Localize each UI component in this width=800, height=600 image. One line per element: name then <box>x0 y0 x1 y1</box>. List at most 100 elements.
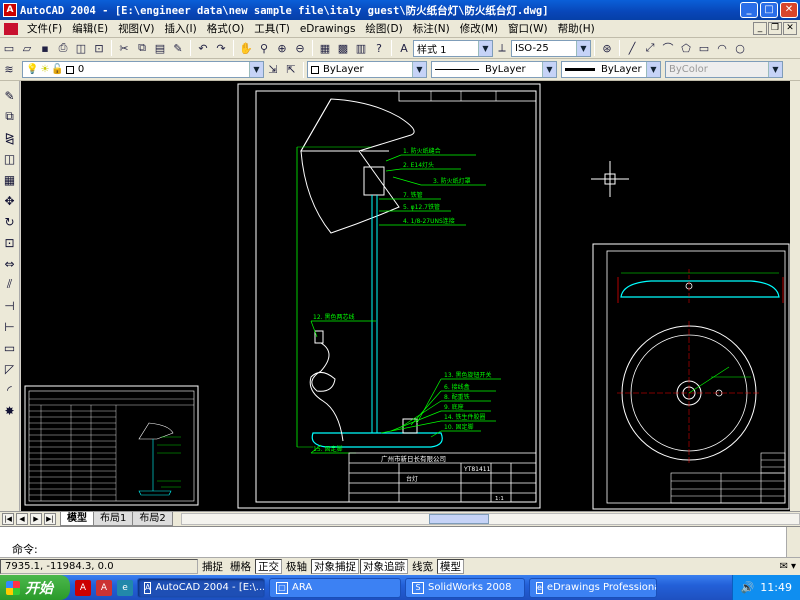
tab-model[interactable]: 模型 <box>60 512 94 526</box>
explode-icon[interactable]: ✸ <box>2 402 18 419</box>
break-icon[interactable]: ⊢ <box>2 318 18 335</box>
chevron-down-icon[interactable]: ▼ <box>478 40 492 56</box>
menu-dimension[interactable]: 标注(N) <box>408 21 455 36</box>
dim-style-select[interactable]: ISO-25 ▼ <box>511 39 591 57</box>
close-button[interactable]: ✕ <box>780 2 798 18</box>
scrollbar-thumb[interactable] <box>428 514 489 524</box>
menu-draw[interactable]: 绘图(D) <box>360 21 407 36</box>
extend-icon[interactable]: ⊣ <box>2 297 18 314</box>
zoom-realtime-icon[interactable]: ⚲ <box>256 40 272 56</box>
polar-toggle[interactable]: 极轴 <box>283 559 310 574</box>
dim-style-icon[interactable]: ⟂ <box>494 40 510 56</box>
first-tab-icon[interactable]: |◀ <box>2 513 14 525</box>
menu-tools[interactable]: 工具(T) <box>249 21 295 36</box>
task-edrawings[interactable]: e eDrawings Professional <box>529 577 657 598</box>
properties-icon[interactable]: ▦ <box>317 40 333 56</box>
right-scroll-edge[interactable] <box>790 81 800 513</box>
tab-layout2[interactable]: 布局2 <box>132 512 173 526</box>
erase-icon[interactable]: ✎ <box>2 87 18 104</box>
lineweight-toggle[interactable]: 线宽 <box>409 559 436 574</box>
quicklaunch-edrawings-icon[interactable]: e <box>117 579 133 596</box>
command-scrollbar[interactable] <box>786 527 800 558</box>
quicklaunch-acrobat-icon[interactable]: A <box>96 579 112 596</box>
circle-icon[interactable]: ○ <box>732 40 748 56</box>
construction-line-icon[interactable]: ⤢ <box>642 40 658 56</box>
document-icon[interactable] <box>4 22 18 35</box>
stretch-icon[interactable]: ⇔ <box>2 255 18 272</box>
polygon-icon[interactable]: ⬠ <box>678 40 694 56</box>
model-toggle[interactable]: 模型 <box>437 559 464 574</box>
save-icon[interactable]: ▪ <box>37 40 53 56</box>
print-icon[interactable]: ⎙ <box>55 40 71 56</box>
pan-icon[interactable]: ✋ <box>238 40 254 56</box>
fillet-icon[interactable]: ◜ <box>2 381 18 398</box>
zoom-window-icon[interactable]: ⊕ <box>274 40 290 56</box>
ortho-toggle[interactable]: 正交 <box>255 559 282 574</box>
prev-tab-icon[interactable]: ◀ <box>16 513 28 525</box>
chevron-down-icon[interactable]: ▼ <box>646 62 660 77</box>
line-icon[interactable]: ╱ <box>624 40 640 56</box>
last-tab-icon[interactable]: ▶| <box>44 513 56 525</box>
color-select[interactable]: ByLayer ▼ <box>307 61 427 78</box>
menu-modify[interactable]: 修改(M) <box>455 21 503 36</box>
paste-icon[interactable]: ▤ <box>152 40 168 56</box>
zoom-previous-icon[interactable]: ⊖ <box>292 40 308 56</box>
menu-edrawings[interactable]: eDrawings <box>295 23 361 35</box>
trim-icon[interactable]: ⫽ <box>2 276 18 293</box>
status-menu-icon[interactable]: ▾ <box>791 561 796 572</box>
tool-palette-icon[interactable]: ▥ <box>353 40 369 56</box>
task-ara[interactable]: ▢ ARA <box>269 577 401 598</box>
menu-edit[interactable]: 编辑(E) <box>67 21 113 36</box>
drawing-canvas[interactable]: 1. 防火纸缝合 2. E14灯头 3. 防火纸灯罩 7. 铁管 5. φ12.… <box>21 81 790 511</box>
chevron-down-icon[interactable]: ▼ <box>412 62 426 77</box>
offset-icon[interactable]: ◫ <box>2 150 18 167</box>
chamfer-icon[interactable]: ◸ <box>2 360 18 377</box>
copy-object-icon[interactable]: ⧉ <box>2 108 18 125</box>
layer-manager-icon[interactable]: ≋ <box>1 62 17 78</box>
chevron-down-icon[interactable]: ▼ <box>576 40 590 56</box>
undo-icon[interactable]: ↶ <box>195 40 211 56</box>
start-button[interactable]: 开始 <box>0 575 70 600</box>
new-file-icon[interactable]: ▭ <box>1 40 17 56</box>
copy-icon[interactable]: ⧉ <box>134 40 150 56</box>
doc-minimize-button[interactable]: _ <box>753 22 767 35</box>
volume-icon[interactable]: 🔊 <box>741 581 755 594</box>
menu-window[interactable]: 窗口(W) <box>503 21 553 36</box>
break-at-point-icon[interactable]: ▭ <box>2 339 18 356</box>
layer-previous-icon[interactable]: ⇱ <box>283 62 299 78</box>
maximize-button[interactable]: □ <box>760 2 778 18</box>
linetype-select[interactable]: ByLayer ▼ <box>431 61 557 78</box>
otrack-toggle[interactable]: 对象追踪 <box>360 559 408 574</box>
design-center-icon[interactable]: ▩ <box>335 40 351 56</box>
chevron-down-icon[interactable]: ▼ <box>249 62 263 77</box>
menu-file[interactable]: 文件(F) <box>22 21 67 36</box>
array-icon[interactable]: ▦ <box>2 171 18 188</box>
command-line-area[interactable]: 命令: <box>0 526 800 558</box>
make-object-layer-current-icon[interactable]: ⇲ <box>265 62 281 78</box>
task-solidworks[interactable]: S SolidWorks 2008 <box>405 577 525 598</box>
doc-close-button[interactable]: ✕ <box>783 22 797 35</box>
text-style-select[interactable]: 样式 1 ▼ <box>413 39 493 57</box>
polyline-icon[interactable]: ⌒ <box>660 40 676 56</box>
arc-icon[interactable]: ◠ <box>714 40 730 56</box>
horizontal-scrollbar[interactable] <box>180 513 800 525</box>
grid-toggle[interactable]: 栅格 <box>227 559 254 574</box>
menu-view[interactable]: 视图(V) <box>113 21 159 36</box>
mirror-icon[interactable]: ⧎ <box>2 129 18 146</box>
scale-icon[interactable]: ⊡ <box>2 234 18 251</box>
edrawings-publish-icon[interactable]: ⊛ <box>599 40 615 56</box>
text-style-icon[interactable]: A <box>396 40 412 56</box>
cut-icon[interactable]: ✂ <box>116 40 132 56</box>
rotate-icon[interactable]: ↻ <box>2 213 18 230</box>
publish-icon[interactable]: ⊡ <box>91 40 107 56</box>
tab-layout1[interactable]: 布局1 <box>93 512 134 526</box>
communication-center-icon[interactable]: ✉ <box>780 561 788 572</box>
minimize-button[interactable]: _ <box>740 2 758 18</box>
menu-insert[interactable]: 插入(I) <box>159 21 201 36</box>
task-autocad[interactable]: A AutoCAD 2004 - [E:\... <box>137 577 265 598</box>
rectangle-icon[interactable]: ▭ <box>696 40 712 56</box>
open-file-icon[interactable]: ▱ <box>19 40 35 56</box>
autocad-app-icon[interactable]: A <box>3 3 17 17</box>
chevron-down-icon[interactable]: ▼ <box>542 62 556 77</box>
match-properties-icon[interactable]: ✎ <box>170 40 186 56</box>
